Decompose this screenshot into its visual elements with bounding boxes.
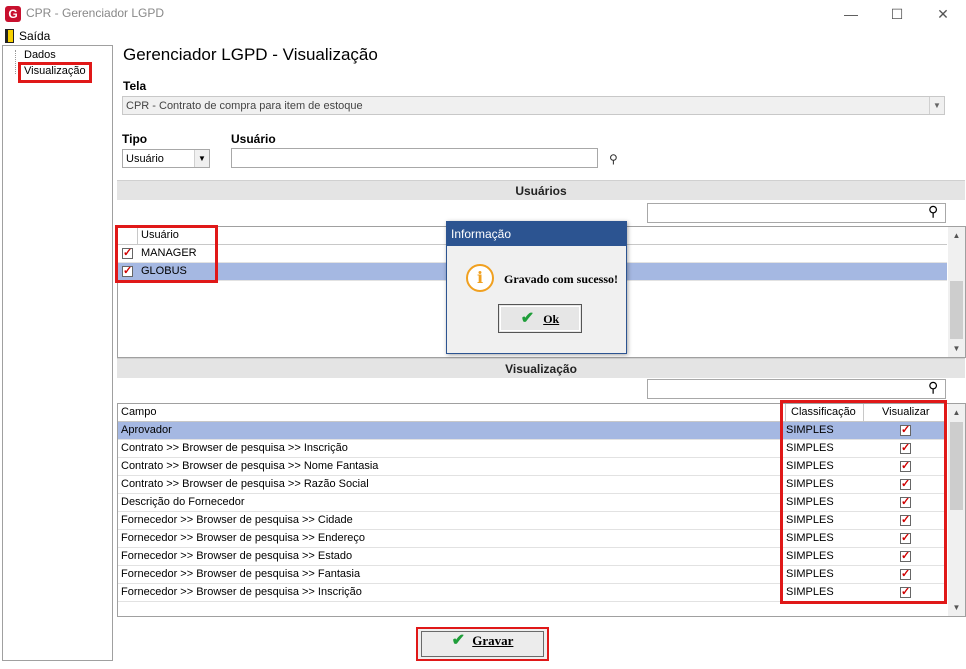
menu-item-exit[interactable]: Saída xyxy=(19,29,50,43)
checkmark-icon: ✔ xyxy=(451,632,465,649)
column-header-campo[interactable]: Campo xyxy=(121,404,156,421)
chevron-down-icon[interactable]: ▼ xyxy=(194,150,209,167)
save-button[interactable]: ✔ Gravar xyxy=(418,629,547,659)
maximize-button[interactable]: ☐ xyxy=(874,0,920,28)
users-section-header: Usuários xyxy=(117,180,965,200)
close-button[interactable]: ✕ xyxy=(920,0,966,28)
users-search-input[interactable] xyxy=(647,203,946,223)
checkmark-icon: ✔ xyxy=(520,310,535,327)
highlight-users-checkboxes xyxy=(115,225,218,283)
menu-bar: Saída xyxy=(0,28,966,44)
tipo-label: Tipo xyxy=(122,132,148,146)
campo-cell: Fornecedor >> Browser de pesquisa >> Est… xyxy=(121,550,353,562)
dialog-title: Informação xyxy=(447,222,626,246)
info-dialog: Informação i Gravado com sucesso! ✔ Ok xyxy=(446,221,627,354)
scroll-up-icon[interactable]: ▲ xyxy=(948,227,965,244)
tipo-select[interactable]: Usuário ▼ xyxy=(122,149,210,168)
tipo-select-value: Usuário xyxy=(126,153,164,165)
door-exit-icon xyxy=(5,29,14,43)
tree-item-visualizacao[interactable]: Visualização xyxy=(24,65,86,77)
campo-cell: Contrato >> Browser de pesquisa >> Inscr… xyxy=(121,442,348,454)
campo-cell: Contrato >> Browser de pesquisa >> Nome … xyxy=(121,460,379,472)
campo-cell: Fornecedor >> Browser de pesquisa >> Fan… xyxy=(121,568,361,580)
visualization-search-input[interactable] xyxy=(647,379,946,399)
navigation-tree: Dados Visualização xyxy=(2,45,113,661)
scroll-up-icon[interactable]: ▲ xyxy=(948,404,965,421)
usuario-label: Usuário xyxy=(231,132,276,146)
window-title: CPR - Gerenciador LGPD xyxy=(26,6,165,20)
binoculars-search-icon[interactable]: ⚲ xyxy=(609,152,618,166)
scroll-down-icon[interactable]: ▼ xyxy=(948,599,965,616)
tela-label: Tela xyxy=(123,79,147,93)
app-logo-icon: G xyxy=(5,6,21,22)
tela-select[interactable]: CPR - Contrato de compra para item de es… xyxy=(122,96,945,115)
tree-item-dados[interactable]: Dados xyxy=(24,49,56,61)
users-scrollbar[interactable]: ▲ ▼ xyxy=(948,227,965,357)
scrollbar-thumb[interactable] xyxy=(950,422,963,510)
search-icon[interactable]: ⚲ xyxy=(928,203,938,220)
campo-cell: Fornecedor >> Browser de pesquisa >> Cid… xyxy=(121,514,353,526)
campo-cell: Fornecedor >> Browser de pesquisa >> Ins… xyxy=(121,586,362,598)
ok-button[interactable]: ✔ Ok xyxy=(498,304,582,333)
chevron-down-icon[interactable]: ▼ xyxy=(929,97,944,114)
campo-cell: Aprovador xyxy=(121,424,172,436)
ok-button-label: Ok xyxy=(543,312,560,326)
campo-cell: Descrição do Fornecedor xyxy=(121,496,245,508)
search-icon[interactable]: ⚲ xyxy=(928,379,938,396)
title-bar: G CPR - Gerenciador LGPD — ☐ ✕ xyxy=(0,0,966,28)
scroll-down-icon[interactable]: ▼ xyxy=(948,340,965,357)
highlight-classification-columns xyxy=(780,400,947,604)
save-button-label: Gravar xyxy=(472,633,514,648)
tela-select-value: CPR - Contrato de compra para item de es… xyxy=(126,100,363,112)
visualization-section-header: Visualização xyxy=(117,358,965,378)
info-icon: i xyxy=(466,264,494,292)
visualization-scrollbar[interactable]: ▲ ▼ xyxy=(948,404,965,616)
usuario-input[interactable] xyxy=(231,148,598,168)
dialog-message: Gravado com sucesso! xyxy=(504,272,618,286)
page-title: Gerenciador LGPD - Visualização xyxy=(123,45,378,64)
scrollbar-thumb[interactable] xyxy=(950,281,963,339)
tree-connector xyxy=(15,50,16,74)
campo-cell: Contrato >> Browser de pesquisa >> Razão… xyxy=(121,478,369,490)
campo-cell: Fornecedor >> Browser de pesquisa >> End… xyxy=(121,532,365,544)
minimize-button[interactable]: — xyxy=(828,0,874,28)
